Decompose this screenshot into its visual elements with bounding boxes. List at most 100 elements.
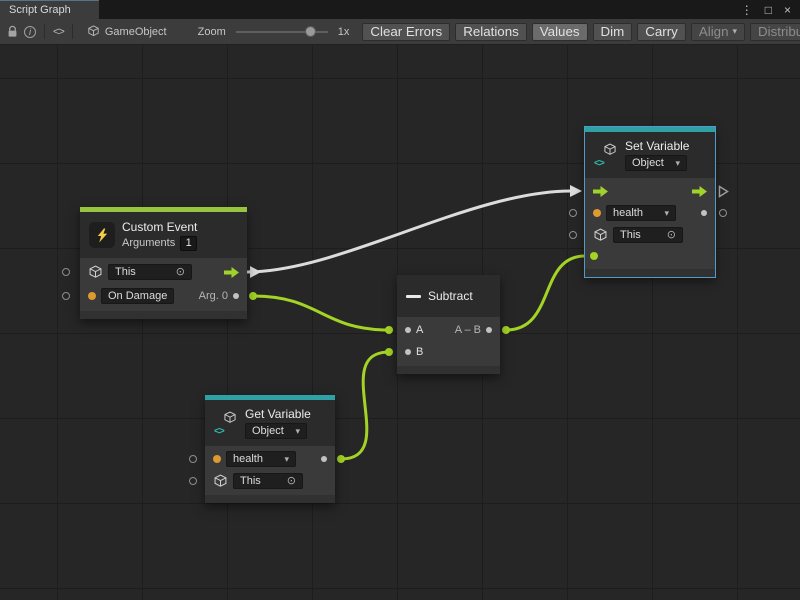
scope-value: Object xyxy=(252,425,284,437)
get-variable-name-row: health ▾ xyxy=(205,448,335,470)
flow-out-port-icon[interactable] xyxy=(692,186,707,197)
subtract-header[interactable]: Subtract xyxy=(397,275,500,317)
node-get-variable[interactable]: <> Get Variable Object ▾ health ▾ xyxy=(205,395,335,503)
a-port-icon[interactable] xyxy=(405,327,411,333)
arguments-count-field[interactable]: 1 xyxy=(180,236,197,251)
target-picker-icon[interactable]: ⊙ xyxy=(176,267,185,277)
port-subtract-result-out[interactable] xyxy=(502,326,510,334)
port-getvariable-value-out[interactable] xyxy=(337,455,345,463)
tab-title: Script Graph xyxy=(9,4,71,16)
arguments-label: Arguments xyxy=(122,237,175,249)
node-title: Get Variable xyxy=(245,407,311,421)
wire-value-arg0-subtractA[interactable] xyxy=(253,296,389,330)
cube-icon xyxy=(213,474,228,489)
node-subtract[interactable]: Subtract A A – B B xyxy=(397,275,500,374)
lock-icon[interactable] xyxy=(6,25,19,38)
custom-event-target-row: This ⊙ xyxy=(80,260,247,284)
distribute-label: Distribute xyxy=(758,24,800,39)
node-set-variable[interactable]: <> Set Variable Object ▾ xyxy=(585,127,715,277)
variable-scope-dropdown[interactable]: Object ▾ xyxy=(625,155,687,171)
target-picker-icon[interactable]: ⊙ xyxy=(667,230,676,240)
port-customevent-name-in[interactable] xyxy=(62,292,70,300)
variable-name-dropdown[interactable]: health ▾ xyxy=(606,205,676,221)
port-subtract-b-in[interactable] xyxy=(385,348,393,356)
chevron-down-icon: ▾ xyxy=(295,426,300,437)
cube-icon xyxy=(88,265,103,280)
node-custom-event[interactable]: Custom Event Arguments 1 This ⊙ xyxy=(80,207,247,319)
target-field[interactable]: This ⊙ xyxy=(108,264,192,280)
close-icon[interactable]: × xyxy=(784,3,791,17)
port-getvariable-target-in[interactable] xyxy=(189,477,197,485)
graph-canvas[interactable]: Custom Event Arguments 1 This ⊙ xyxy=(0,45,800,600)
target-picker-icon[interactable]: ⊙ xyxy=(287,476,296,486)
set-variable-flow-row xyxy=(585,180,715,202)
port-setvariable-target-in[interactable] xyxy=(569,231,577,239)
info-icon[interactable]: i xyxy=(24,26,36,38)
wire-value-getvariable-subtractB[interactable] xyxy=(341,352,389,459)
variable-icon: <> xyxy=(594,143,618,167)
custom-event-name-row: On Damage Arg. 0 xyxy=(80,284,247,308)
value-in-port-icon[interactable] xyxy=(590,252,598,260)
chevron-down-icon: ▾ xyxy=(732,26,737,37)
target-field[interactable]: This ⊙ xyxy=(613,227,683,243)
maximize-icon[interactable]: □ xyxy=(765,3,772,17)
wire-flow-customevent-setvariable[interactable] xyxy=(247,191,571,272)
graph-toolbar: i <> GameObject Zoom 1x Clear Errors Rel… xyxy=(0,19,800,45)
zoom-slider-handle[interactable] xyxy=(305,26,316,37)
port-setvariable-flow-out[interactable] xyxy=(718,185,729,198)
value-out-port-icon[interactable] xyxy=(701,210,707,216)
relations-button[interactable]: Relations xyxy=(455,23,527,41)
target-field[interactable]: This ⊙ xyxy=(233,473,303,489)
carry-button[interactable]: Carry xyxy=(637,23,686,41)
variable-scope-dropdown[interactable]: Object ▾ xyxy=(245,423,307,439)
tab-script-graph[interactable]: Script Graph xyxy=(0,0,99,19)
variable-name-value: health xyxy=(613,207,643,219)
arg0-port-icon[interactable] xyxy=(233,293,239,299)
result-label: A – B xyxy=(455,324,481,336)
clear-errors-button[interactable]: Clear Errors xyxy=(362,23,450,41)
set-variable-target-row: This ⊙ xyxy=(585,224,715,246)
flow-out-port-icon[interactable] xyxy=(224,267,239,278)
gameobject-icon xyxy=(87,25,100,38)
flow-arrowhead-start xyxy=(250,266,261,278)
port-setvariable-name-in[interactable] xyxy=(569,209,577,217)
port-customevent-flow-in[interactable] xyxy=(62,268,70,276)
port-getvariable-name-in[interactable] xyxy=(189,455,197,463)
toolbar-separator xyxy=(72,24,73,39)
port-subtract-a-in[interactable] xyxy=(385,326,393,334)
subtract-row-a: A A – B xyxy=(397,319,500,341)
wire-value-subtract-setvariable[interactable] xyxy=(506,256,585,330)
string-port-icon[interactable] xyxy=(213,455,221,463)
target-value: This xyxy=(240,475,261,487)
flow-arrowhead-end xyxy=(570,185,582,197)
variable-icon: <> xyxy=(214,411,238,435)
zoom-label: Zoom xyxy=(198,26,226,38)
a-label: A xyxy=(416,324,423,336)
result-port-icon[interactable] xyxy=(486,327,492,333)
node-footer xyxy=(585,269,715,277)
values-button[interactable]: Values xyxy=(532,23,588,41)
port-setvariable-value-out[interactable] xyxy=(719,209,727,217)
value-out-port-icon[interactable] xyxy=(321,456,327,462)
string-port-icon[interactable] xyxy=(593,209,601,217)
set-variable-header[interactable]: <> Set Variable Object ▾ xyxy=(585,132,715,178)
window-menu-icon[interactable]: ⋮ xyxy=(741,3,753,17)
b-label: B xyxy=(416,346,423,358)
zoom-slider[interactable] xyxy=(236,31,328,33)
arg0-label: Arg. 0 xyxy=(199,290,228,302)
custom-event-header[interactable]: Custom Event Arguments 1 xyxy=(80,212,247,258)
string-port-icon[interactable] xyxy=(88,292,96,300)
node-footer xyxy=(205,495,335,503)
get-variable-header[interactable]: <> Get Variable Object ▾ xyxy=(205,400,335,446)
gameobject-label[interactable]: GameObject xyxy=(105,26,167,38)
align-button[interactable]: Align ▾ xyxy=(691,23,745,41)
port-arg0-out[interactable] xyxy=(249,292,257,300)
distribute-button[interactable]: Distribute ▾ xyxy=(750,23,800,41)
get-variable-target-row: This ⊙ xyxy=(205,470,335,492)
dim-button[interactable]: Dim xyxy=(593,23,633,41)
flow-in-port-icon[interactable] xyxy=(593,186,608,197)
code-icon[interactable]: <> xyxy=(53,26,64,38)
b-port-icon[interactable] xyxy=(405,349,411,355)
variable-name-dropdown[interactable]: health ▾ xyxy=(226,451,296,467)
event-name-field[interactable]: On Damage xyxy=(101,288,174,304)
